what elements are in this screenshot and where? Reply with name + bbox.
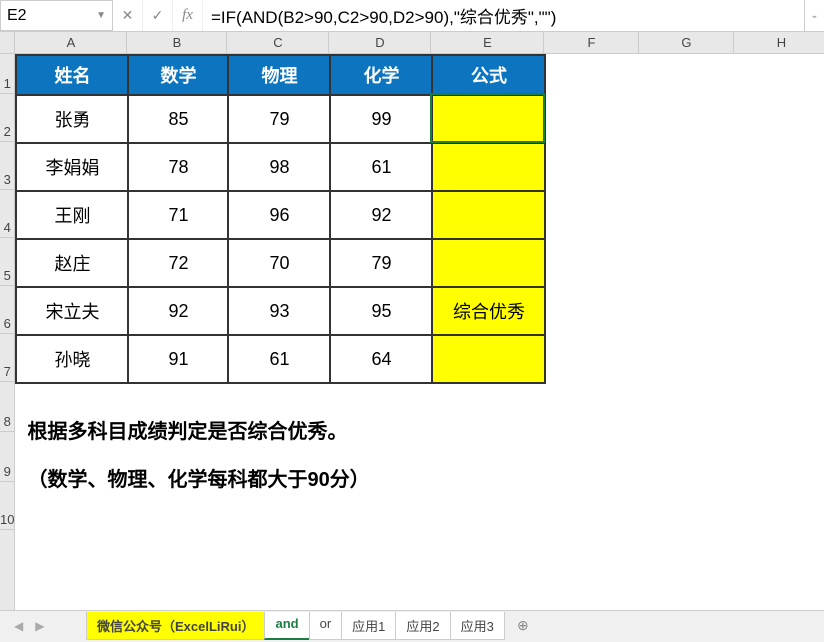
table-header-row: 姓名数学物理化学公式 — [16, 55, 545, 95]
spreadsheet-grid: 12345678910 ABCDEFGH 姓名数学物理化学公式 张勇857999… — [0, 32, 824, 610]
column-header-B[interactable]: B — [127, 32, 227, 54]
cells-area[interactable]: 姓名数学物理化学公式 张勇857999李娟娟789861王刚719692赵庄72… — [15, 54, 824, 504]
add-sheet-button[interactable]: ⊕ — [510, 614, 536, 638]
cell[interactable] — [432, 335, 545, 383]
data-table: 姓名数学物理化学公式 张勇857999李娟娟789861王刚719692赵庄72… — [15, 54, 546, 384]
cell[interactable]: 李娟娟 — [16, 143, 128, 191]
formula-input[interactable]: =IF(AND(B2>90,C2>90,D2>90),"综合优秀","") — [203, 0, 804, 31]
cell[interactable]: 78 — [128, 143, 228, 191]
column-header-G[interactable]: G — [639, 32, 734, 54]
table-row: 孙晓916164 — [16, 335, 545, 383]
cell[interactable]: 99 — [330, 95, 432, 143]
row-header-5[interactable]: 5 — [0, 238, 14, 286]
cell[interactable]: 93 — [228, 287, 330, 335]
sheet-tab[interactable]: 应用3 — [450, 612, 505, 640]
dropdown-icon[interactable]: ▼ — [96, 10, 106, 21]
table-header-cell[interactable]: 姓名 — [16, 55, 128, 95]
table-row: 张勇857999 — [16, 95, 545, 143]
cell[interactable] — [432, 239, 545, 287]
tab-prev-icon[interactable]: ◀ — [10, 617, 27, 635]
plus-icon: ⊕ — [517, 617, 529, 634]
fx-button[interactable]: fx — [173, 0, 203, 31]
table-row: 赵庄727079 — [16, 239, 545, 287]
tab-next-icon[interactable]: ▶ — [31, 617, 48, 635]
formula-text: =IF(AND(B2>90,C2>90,D2>90),"综合优秀","") — [211, 3, 556, 28]
row-header-3[interactable]: 3 — [0, 142, 14, 190]
table-header-cell[interactable]: 物理 — [228, 55, 330, 95]
table-row: 宋立夫929395综合优秀 — [16, 287, 545, 335]
row-header-6[interactable]: 6 — [0, 286, 14, 334]
cell[interactable] — [432, 95, 545, 143]
column-header-H[interactable]: H — [734, 32, 824, 54]
cell[interactable]: 79 — [330, 239, 432, 287]
cell[interactable] — [432, 143, 545, 191]
column-header-D[interactable]: D — [329, 32, 431, 54]
note-text: 根据多科目成绩判定是否综合优秀。 （数学、物理、化学每科都大于90分） — [27, 408, 824, 504]
formula-bar: E2 ▼ ✕ ✓ fx =IF(AND(B2>90,C2>90,D2>90),"… — [0, 0, 824, 32]
cell[interactable]: 96 — [228, 191, 330, 239]
grid-body: ABCDEFGH 姓名数学物理化学公式 张勇857999李娟娟789861王刚7… — [15, 32, 824, 610]
cell[interactable]: 张勇 — [16, 95, 128, 143]
table-header-cell[interactable]: 公式 — [432, 55, 545, 95]
sheet-tab[interactable]: 应用2 — [395, 612, 450, 640]
column-header-E[interactable]: E — [431, 32, 544, 54]
cell[interactable]: 综合优秀 — [432, 287, 545, 335]
fx-icon: fx — [182, 7, 193, 24]
chevron-down-icon: ⌄ — [810, 10, 818, 21]
cell[interactable]: 70 — [228, 239, 330, 287]
cell[interactable] — [432, 191, 545, 239]
sheet-tab[interactable]: 应用1 — [341, 612, 396, 640]
column-headers: ABCDEFGH — [15, 32, 824, 54]
check-icon: ✓ — [152, 7, 164, 24]
table-row: 王刚719692 — [16, 191, 545, 239]
formula-expand-button[interactable]: ⌄ — [804, 0, 824, 31]
row-header-8[interactable]: 8 — [0, 382, 14, 432]
row-header-2[interactable]: 2 — [0, 94, 14, 142]
cell[interactable]: 95 — [330, 287, 432, 335]
cell[interactable]: 61 — [228, 335, 330, 383]
name-box[interactable]: E2 ▼ — [0, 0, 113, 31]
cell[interactable]: 宋立夫 — [16, 287, 128, 335]
cell[interactable]: 79 — [228, 95, 330, 143]
cell[interactable]: 71 — [128, 191, 228, 239]
cell[interactable]: 64 — [330, 335, 432, 383]
cell[interactable]: 61 — [330, 143, 432, 191]
cell[interactable]: 85 — [128, 95, 228, 143]
column-header-F[interactable]: F — [544, 32, 639, 54]
sheet-tab-bar: ◀ ▶ 微信公众号（ExcelLiRui）andor应用1应用2应用3 ⊕ — [0, 610, 824, 640]
tab-nav: ◀ ▶ — [10, 617, 48, 635]
cell[interactable]: 92 — [330, 191, 432, 239]
row-headers: 12345678910 — [0, 32, 15, 610]
select-all-corner[interactable] — [0, 32, 14, 54]
sheet-tab[interactable]: and — [264, 612, 309, 640]
row-header-10[interactable]: 10 — [0, 482, 14, 530]
cell[interactable]: 98 — [228, 143, 330, 191]
cancel-button[interactable]: ✕ — [113, 0, 143, 31]
cell[interactable]: 孙晓 — [16, 335, 128, 383]
accept-button[interactable]: ✓ — [143, 0, 173, 31]
sheet-tab[interactable]: or — [309, 612, 343, 640]
row-header-9[interactable]: 9 — [0, 432, 14, 482]
x-icon: ✕ — [122, 7, 134, 24]
note-line-1: 根据多科目成绩判定是否综合优秀。 — [27, 408, 824, 456]
table-row: 李娟娟789861 — [16, 143, 545, 191]
cell-reference: E2 — [7, 7, 27, 25]
table-header-cell[interactable]: 化学 — [330, 55, 432, 95]
cell[interactable]: 王刚 — [16, 191, 128, 239]
row-header-4[interactable]: 4 — [0, 190, 14, 238]
cell[interactable]: 91 — [128, 335, 228, 383]
note-line-2: （数学、物理、化学每科都大于90分） — [27, 456, 824, 504]
sheet-tab[interactable]: 微信公众号（ExcelLiRui） — [86, 612, 265, 640]
column-header-A[interactable]: A — [15, 32, 127, 54]
column-header-C[interactable]: C — [227, 32, 329, 54]
row-header-7[interactable]: 7 — [0, 334, 14, 382]
row-header-1[interactable]: 1 — [0, 54, 14, 94]
cell[interactable]: 72 — [128, 239, 228, 287]
cell[interactable]: 92 — [128, 287, 228, 335]
cell[interactable]: 赵庄 — [16, 239, 128, 287]
table-header-cell[interactable]: 数学 — [128, 55, 228, 95]
